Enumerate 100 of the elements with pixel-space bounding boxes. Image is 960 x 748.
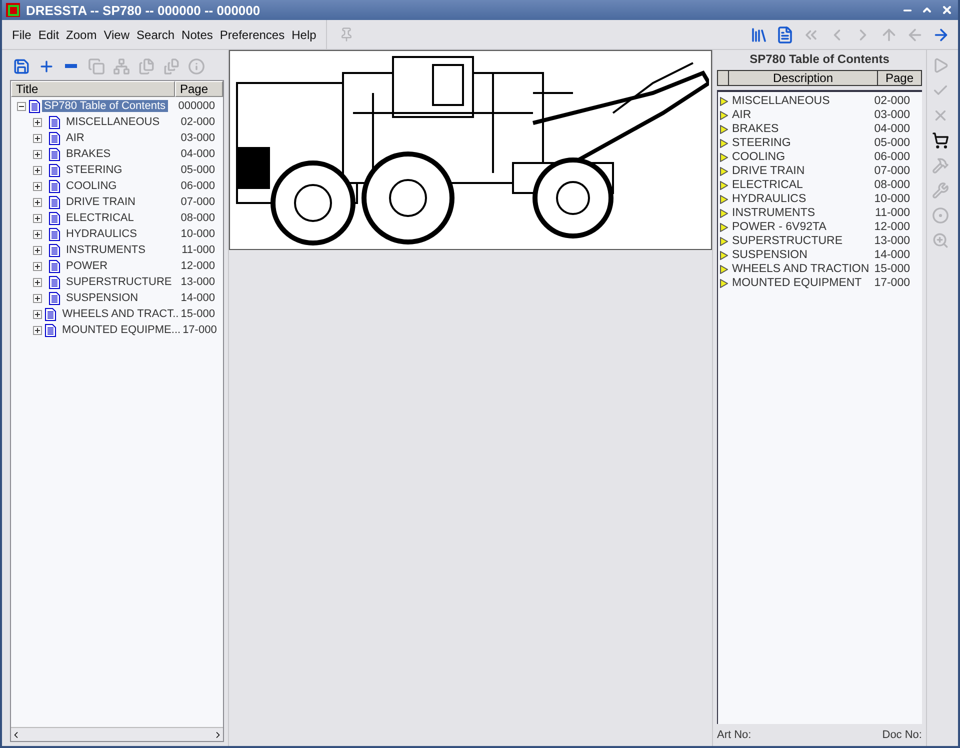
tree-item[interactable]: STEERING [64,164,124,176]
page-number: 13-000 [180,276,216,288]
page-number: 03-000 [874,109,911,121]
list-item[interactable]: HYDRAULICS [732,193,806,205]
expand-icon[interactable] [33,310,42,318]
tree-item[interactable]: ELECTRICAL [64,212,136,224]
tree-item[interactable]: COOLING [64,180,119,192]
page-number: 15-000 [874,263,911,275]
page-number: 000000 [178,100,216,112]
document-icon [45,308,56,320]
menu-item[interactable]: Preferences [220,28,285,42]
expand-icon[interactable] [33,166,42,174]
pin-icon [338,27,354,42]
page-number: 10-000 [180,228,216,240]
expand-icon[interactable] [33,118,42,126]
expand-icon[interactable] [33,326,42,334]
page-number: 04-000 [874,123,911,135]
tree-item[interactable]: INSTRUMENTS [64,244,148,256]
expand-icon[interactable] [33,214,42,222]
page-number: 12-000 [874,221,911,233]
page-number: 14-000 [874,249,911,261]
page-number: 05-000 [874,137,911,149]
save-icon [12,58,30,74]
page-number: 06-000 [874,151,911,163]
page-number: 11-000 [875,207,911,219]
page-number: 13-000 [874,235,911,247]
column-header[interactable]: Page [877,71,921,85]
list-item[interactable]: MISCELLANEOUS [732,95,830,107]
menu-item[interactable]: Help [292,28,316,42]
page-number: 06-000 [180,180,216,192]
tree-item[interactable]: BRAKES [64,148,113,160]
document-icon [29,100,40,112]
close-button[interactable] [940,3,954,17]
document-icon [49,228,60,240]
collapse-icon[interactable] [17,102,26,110]
expand-icon[interactable] [33,182,42,190]
circle-icon [932,206,949,224]
tree-item[interactable]: DRIVE TRAIN [64,196,138,208]
list-item[interactable]: POWER - 6V92TA [732,221,826,233]
document-icon [49,212,60,224]
expand-icon[interactable] [33,134,42,142]
menu-item[interactable]: Zoom [66,28,97,42]
tree-item[interactable]: HYDRAULICS [64,228,139,240]
page-number: 14-000 [180,292,216,304]
tree-item[interactable]: POWER [64,260,110,272]
document-icon [49,116,60,128]
expand-icon[interactable] [33,198,42,206]
cart-icon [932,132,949,148]
list-item[interactable]: SUSPENSION [732,249,808,261]
list-item[interactable]: STEERING [732,137,791,149]
list-item[interactable]: SUPERSTRUCTURE [732,235,843,247]
document-icon [49,132,60,144]
list-item[interactable]: COOLING [732,151,786,163]
document-icon [49,244,60,256]
page-number: 12-000 [180,260,216,272]
list-item[interactable]: DRIVE TRAIN [732,165,805,177]
app-logo-icon [6,3,20,17]
list-item[interactable]: INSTRUMENTS [732,207,816,219]
list-item[interactable]: WHEELS AND TRACTION [732,263,870,275]
menu-item[interactable]: Notes [182,28,213,42]
page-number: 02-000 [874,95,911,107]
list-item[interactable]: ELECTRICAL [732,179,803,191]
column-header[interactable]: Description [728,71,877,85]
page-number: 15-000 [180,308,216,320]
menu-item[interactable]: Edit [38,28,60,42]
menu-item[interactable]: Search [136,28,175,42]
tree-item[interactable]: MISCELLANEOUS [64,116,162,128]
tree-item[interactable]: WHEELS AND TRACT.. [60,308,181,320]
expand-icon[interactable] [33,150,42,158]
page-number: 11-000 [182,244,216,256]
tree-item[interactable]: AIR [64,132,86,144]
tree-item[interactable]: MOUNTED EQUIPME... [60,324,183,336]
document-icon [776,26,794,44]
menu-item[interactable]: File [12,28,32,42]
column-header[interactable]: Page [175,81,223,97]
books-icon [750,26,768,44]
list-item[interactable]: BRAKES [732,123,779,135]
window-title: DRESSTA -- SP780 -- 000000 -- 000000 [26,2,260,18]
expand-icon[interactable] [33,262,42,270]
page-number: 02-000 [180,116,216,128]
list-item[interactable]: MOUNTED EQUIPMENT [732,277,862,289]
column-header[interactable]: Title [11,81,175,97]
list-item[interactable]: AIR [732,109,752,121]
expand-icon[interactable] [33,294,42,302]
horizontal-scrollbar[interactable] [11,727,223,741]
art-no-label: Art No: [717,729,752,741]
tree-item[interactable]: SUPERSTRUCTURE [64,276,174,288]
close-icon [941,4,953,16]
page-number: 10-000 [874,193,911,205]
expand-icon[interactable] [33,246,42,254]
menu-item[interactable]: View [104,28,130,42]
tree-item[interactable]: SUSPENSION [64,292,140,304]
tree-item[interactable]: SP780 Table of Contents [42,100,168,112]
document-icon [49,164,60,176]
page-number: 08-000 [874,179,911,191]
expand-icon[interactable] [33,278,42,286]
file-stack-icon [162,58,180,74]
page-number: 17-000 [874,277,911,289]
expand-icon[interactable] [33,230,42,238]
wrench-icon [932,182,949,198]
